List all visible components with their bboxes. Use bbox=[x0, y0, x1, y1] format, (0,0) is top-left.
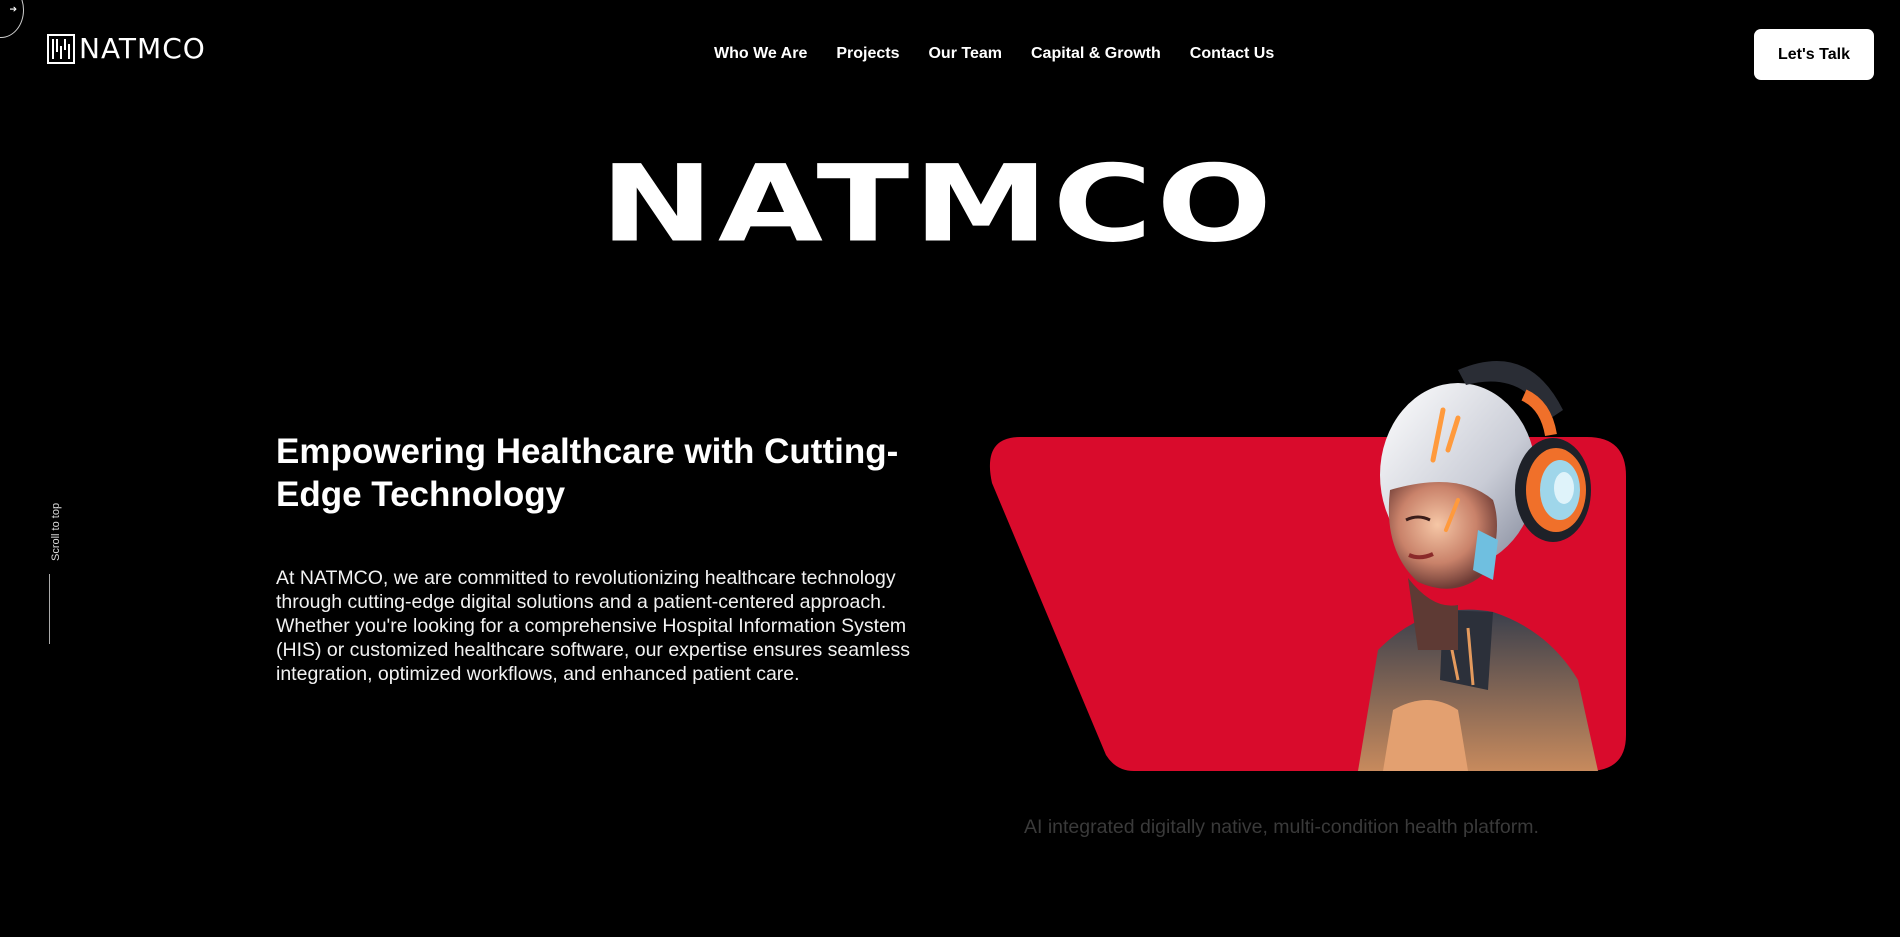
cursor-circle[interactable]: ➔ bbox=[0, 0, 24, 38]
hero-title: NATMCO bbox=[600, 142, 1277, 267]
nav-our-team[interactable]: Our Team bbox=[928, 45, 1002, 63]
logo-mark-icon bbox=[47, 34, 75, 64]
brand-logo[interactable]: NATMCO bbox=[47, 34, 206, 64]
hero-headline: Empowering Healthcare with Cutting-Edge … bbox=[276, 432, 899, 514]
nav-contact-us[interactable]: Contact Us bbox=[1190, 45, 1274, 63]
hero-body: At NATMCO, we are committed to revolutio… bbox=[276, 567, 911, 685]
nav-projects[interactable]: Projects bbox=[836, 45, 899, 63]
lets-talk-button[interactable]: Let's Talk bbox=[1754, 29, 1874, 80]
scroll-line bbox=[49, 574, 50, 644]
hero-caption: AI integrated digitally native, multi-co… bbox=[1024, 816, 1539, 838]
hero-visual bbox=[988, 350, 1628, 775]
nav-who-we-are[interactable]: Who We Are bbox=[714, 45, 807, 63]
arrow-icon: ➔ bbox=[9, 5, 17, 15]
brand-name: NATMCO bbox=[79, 32, 206, 65]
nav-capital-growth[interactable]: Capital & Growth bbox=[1031, 45, 1161, 63]
scroll-to-top-label: Scroll to top bbox=[50, 502, 62, 561]
main-nav: Who We Are Projects Our Team Capital & G… bbox=[714, 45, 1303, 63]
scroll-to-top[interactable]: Scroll to top bbox=[40, 492, 62, 652]
